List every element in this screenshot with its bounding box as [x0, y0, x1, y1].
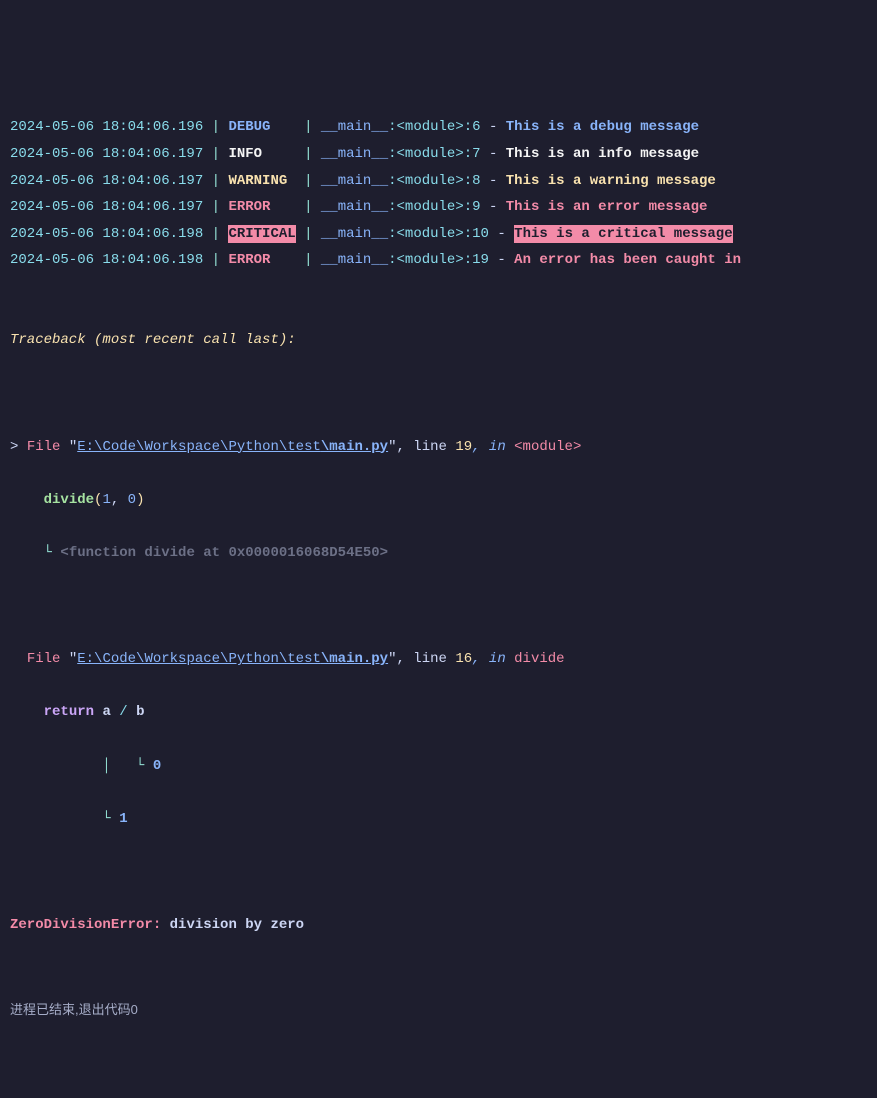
log-message: An error has been caught in — [514, 252, 741, 268]
log-output: 2024-05-06 18:04:06.196 | DEBUG | __main… — [10, 114, 867, 274]
module-name: __main__ — [321, 252, 388, 268]
exception-name: ZeroDivisionError — [10, 917, 153, 933]
timestamp: 2024-05-06 18:04:06.197 — [10, 173, 203, 189]
log-line: 2024-05-06 18:04:06.197 | ERROR | __main… — [10, 194, 867, 221]
module-name: __main__ — [321, 146, 388, 162]
traceback-header: Traceback (most recent call last): — [10, 332, 296, 348]
log-line: 2024-05-06 18:04:06.197 | INFO | __main_… — [10, 141, 867, 168]
log-level: INFO — [228, 146, 295, 162]
function-repr: <function divide at 0x0000016068D54E50> — [60, 545, 388, 561]
log-message: This is an error message — [506, 199, 708, 215]
log-level: CRITICAL — [228, 225, 295, 243]
log-message: This is a warning message — [506, 173, 716, 189]
log-level: DEBUG — [228, 119, 295, 135]
log-level: WARNING — [228, 173, 295, 189]
module-name: __main__ — [321, 226, 388, 242]
log-message: This is a debug message — [506, 119, 699, 135]
traceback: Traceback (most recent call last): > Fil… — [10, 301, 867, 966]
process-exit-message: 进程已结束,退出代码0 — [10, 998, 867, 1023]
timestamp: 2024-05-06 18:04:06.196 — [10, 119, 203, 135]
log-line: 2024-05-06 18:04:06.198 | CRITICAL | __m… — [10, 221, 867, 248]
timestamp: 2024-05-06 18:04:06.197 — [10, 146, 203, 162]
log-line: 2024-05-06 18:04:06.198 | ERROR | __main… — [10, 247, 867, 274]
log-message: This is an info message — [506, 146, 699, 162]
timestamp: 2024-05-06 18:04:06.198 — [10, 252, 203, 268]
log-level: ERROR — [228, 199, 295, 215]
log-line: 2024-05-06 18:04:06.197 | WARNING | __ma… — [10, 168, 867, 195]
log-line: 2024-05-06 18:04:06.196 | DEBUG | __main… — [10, 114, 867, 141]
timestamp: 2024-05-06 18:04:06.198 — [10, 226, 203, 242]
module-name: __main__ — [321, 119, 388, 135]
file-path[interactable]: E:\Code\Workspace\Python\test\main.py — [77, 651, 388, 667]
file-path[interactable]: E:\Code\Workspace\Python\test\main.py — [77, 439, 388, 455]
module-name: __main__ — [321, 199, 388, 215]
log-message: This is a critical message — [514, 225, 732, 243]
log-level: ERROR — [228, 252, 295, 268]
exception-message: division by zero — [170, 917, 304, 933]
timestamp: 2024-05-06 18:04:06.197 — [10, 199, 203, 215]
module-name: __main__ — [321, 173, 388, 189]
